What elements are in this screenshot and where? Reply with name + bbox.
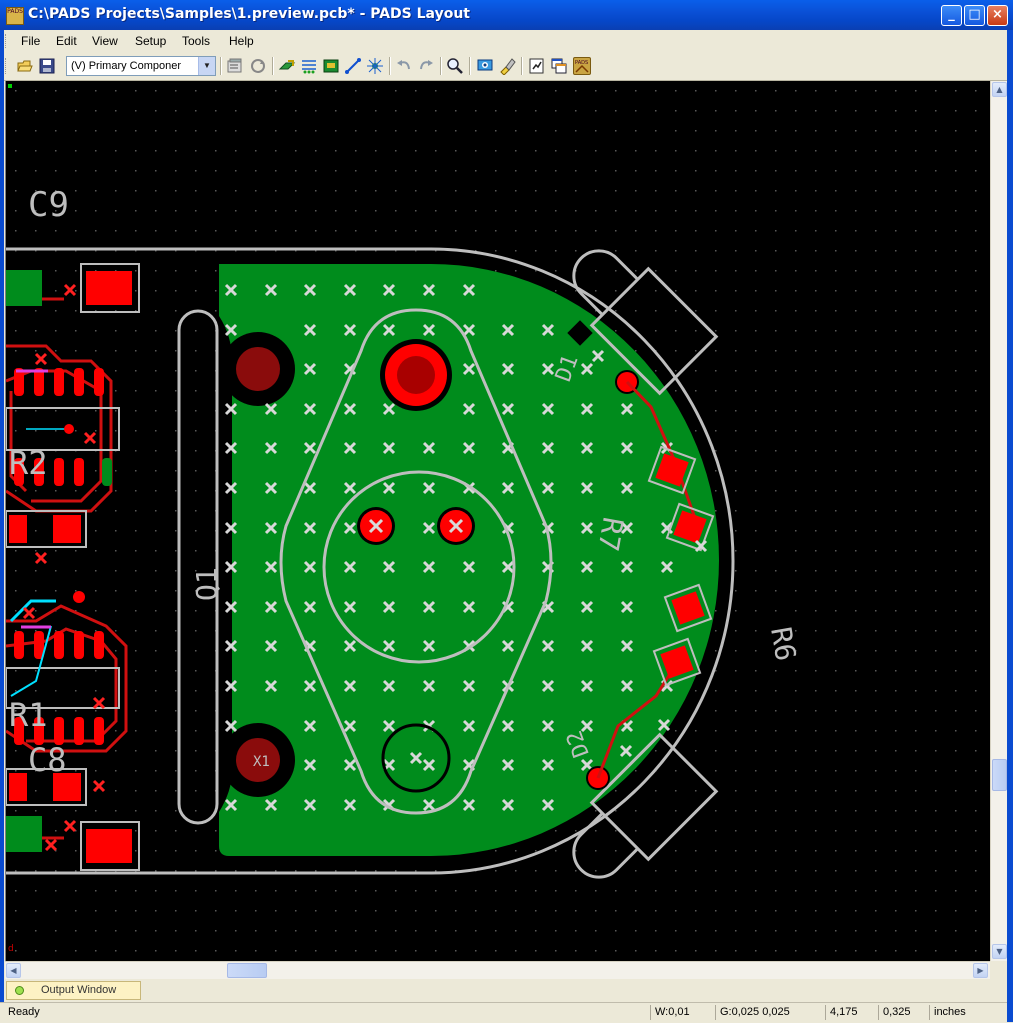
status-dot-icon (15, 986, 24, 995)
menu-view[interactable]: View (92, 34, 118, 48)
status-text: Ready (8, 1006, 40, 1018)
status-x-coord: 4,175 (825, 1005, 876, 1020)
vertical-scroll-thumb[interactable] (992, 759, 1007, 791)
toolbar-separator (469, 57, 471, 75)
window-title: C:\PADS Projects\Samples\1.preview.pcb* … (28, 6, 470, 22)
toolbar: (V) Primary Componer ▼ PADS (0, 52, 1013, 81)
ref-r7: R7 (591, 515, 629, 554)
window-frame-right (1007, 30, 1013, 1022)
pads-logo-icon[interactable]: PADS (573, 57, 591, 75)
menu-bar: File Edit View Setup Tools Help (0, 30, 1013, 52)
menu-setup[interactable]: Setup (135, 34, 166, 48)
report-icon[interactable] (528, 57, 546, 75)
refresh-icon[interactable] (249, 57, 267, 75)
output-window-bar: Output Window (0, 980, 1013, 1002)
scroll-up-button[interactable]: ▲ (992, 82, 1007, 97)
save-icon[interactable] (38, 57, 56, 75)
horizontal-scroll-thumb[interactable] (227, 963, 267, 978)
output-window-label: Output Window (41, 984, 117, 996)
pcb-canvas[interactable]: C9 R2 R1 C8 Q1 X1 D1 D2 R7 R6 d (5, 81, 991, 961)
window-frame-left (0, 30, 4, 1002)
properties-icon[interactable] (226, 57, 244, 75)
menu-file[interactable]: File (21, 34, 40, 48)
toolbar-separator (389, 57, 391, 75)
redo-icon[interactable] (417, 57, 435, 75)
status-bar: Ready W:0,01 G:0,025 0,025 4,175 0,325 i… (0, 1002, 1013, 1023)
ref-r2: R2 (9, 444, 48, 482)
svg-text:PADS: PADS (575, 60, 588, 66)
windows-icon[interactable] (550, 57, 568, 75)
board-icon[interactable] (322, 57, 340, 75)
status-y-coord: 0,325 (878, 1005, 927, 1020)
app-icon[interactable]: PADS (6, 7, 24, 25)
scroll-right-button[interactable]: ▶ (973, 963, 988, 978)
transistor-pad-hole (397, 356, 435, 394)
toolbar-separator (220, 57, 222, 75)
route-icon[interactable] (278, 57, 296, 75)
zoom-icon[interactable] (446, 57, 464, 75)
ref-x1: X1 (253, 754, 270, 770)
minimize-button[interactable]: _ (941, 5, 962, 26)
highlight-icon[interactable] (498, 57, 516, 76)
undo-icon[interactable] (395, 57, 413, 75)
view-icon[interactable] (476, 57, 494, 75)
scroll-left-button[interactable]: ◀ (6, 963, 21, 978)
ref-q1: Q1 (190, 567, 223, 601)
toolbar-separator (521, 57, 523, 75)
toolbar-separator (440, 57, 442, 75)
ref-r1: R1 (9, 696, 48, 734)
chevron-down-icon[interactable]: ▼ (198, 57, 215, 75)
scroll-down-button[interactable]: ▼ (992, 944, 1007, 959)
title-bar: PADS C:\PADS Projects\Samples\1.preview.… (0, 0, 1013, 30)
menu-tools[interactable]: Tools (182, 34, 210, 48)
output-window-tab[interactable]: Output Window (6, 981, 141, 1000)
layer-select[interactable]: (V) Primary Componer ▼ (66, 56, 216, 76)
ref-r6: R6 (764, 624, 802, 663)
toolbar-separator (272, 57, 274, 75)
horizontal-scrollbar[interactable]: ◀ ▶ (5, 961, 990, 979)
ref-c8: C8 (28, 741, 67, 779)
mount-hole-pad (236, 347, 280, 391)
menu-help[interactable]: Help (229, 34, 254, 48)
open-icon[interactable] (16, 57, 34, 75)
maximize-button[interactable]: □ (964, 5, 985, 26)
ref-c9: C9 (28, 185, 69, 225)
status-grid: G:0,025 0,025 (715, 1005, 823, 1020)
cluster-icon[interactable] (366, 57, 384, 75)
layer-select-value: (V) Primary Componer (71, 60, 182, 72)
toolbar-grip[interactable] (5, 58, 9, 74)
status-width: W:0,01 (650, 1005, 713, 1020)
autoroute-icon[interactable] (300, 57, 318, 75)
menu-edit[interactable]: Edit (56, 34, 77, 48)
vertical-scrollbar[interactable]: ▲ ▼ (990, 81, 1008, 961)
origin-marker (8, 84, 12, 88)
menubar-grip[interactable] (5, 34, 9, 48)
canvas-corner-marker: d (8, 944, 14, 954)
status-units: inches (929, 1005, 1004, 1020)
trace-icon[interactable] (344, 57, 362, 75)
close-button[interactable]: × (987, 5, 1008, 26)
